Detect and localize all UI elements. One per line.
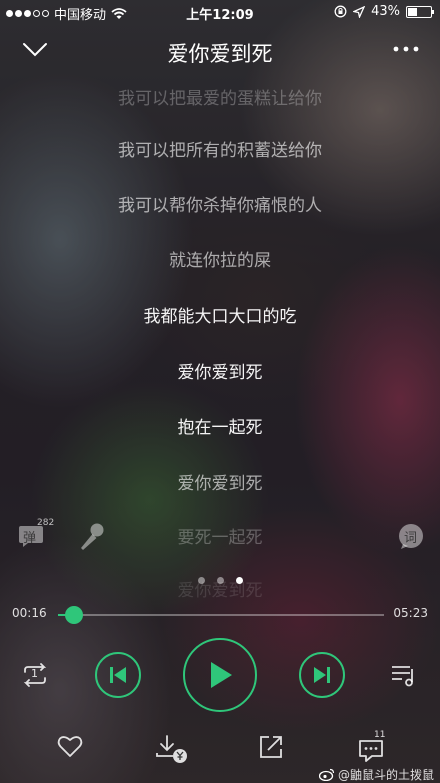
- orientation-lock-icon: [334, 5, 347, 18]
- weibo-watermark: @鼬鼠斗的土拨鼠: [318, 766, 434, 783]
- playback-controls: 1: [0, 636, 440, 716]
- bottom-action-bar: 11 @鼬鼠斗的土拨鼠: [0, 728, 440, 782]
- repeat-one-badge: 1: [31, 667, 38, 680]
- lyric-line: 我可以把最爱的蛋糕让给你: [118, 89, 322, 109]
- battery-percent: 43%: [371, 4, 400, 19]
- comment-count-badge: 11: [374, 730, 386, 740]
- previous-button[interactable]: [95, 652, 141, 698]
- progress-knob[interactable]: [65, 606, 84, 624]
- next-button[interactable]: [299, 652, 345, 698]
- lyric-line: 我可以把所有的积蓄送给你: [118, 141, 322, 161]
- lyrics-settings-button[interactable]: 词: [397, 522, 425, 554]
- karaoke-button[interactable]: [78, 522, 106, 556]
- heart-icon[interactable]: [57, 734, 83, 758]
- watermark-text: @鼬鼠斗的土拨鼠: [337, 768, 434, 782]
- location-arrow-icon: [353, 5, 366, 18]
- lyric-line: 就连你拉的屎: [169, 251, 271, 271]
- microphone-icon: [81, 523, 104, 550]
- lyric-line: 我可以帮你杀掉你痛恨的人: [118, 196, 322, 216]
- progress-bar[interactable]: 00:16 05:23: [0, 604, 440, 626]
- weibo-logo-icon: [318, 768, 335, 781]
- page-dot[interactable]: [235, 577, 243, 584]
- song-title: 爱你爱到死: [167, 42, 273, 66]
- lyric-line: 爱你爱到死: [177, 474, 263, 494]
- comment-bubble-icon: [359, 740, 383, 762]
- danmu-button[interactable]: 弹 282: [17, 518, 54, 554]
- repeat-one-button[interactable]: 1: [18, 662, 52, 688]
- more-options-icon[interactable]: [392, 44, 420, 54]
- danmu-count-badge: 282: [37, 518, 55, 528]
- progress-track[interactable]: [58, 606, 384, 624]
- playlist-icon: [392, 666, 413, 687]
- current-time: 00:16: [12, 606, 47, 620]
- page-dot[interactable]: [216, 577, 224, 584]
- download-icon[interactable]: [155, 734, 189, 764]
- lyric-line: 抱在一起死: [177, 418, 263, 438]
- ci-label: 词: [404, 531, 418, 546]
- play-button[interactable]: [183, 638, 257, 712]
- danmu-label: 弹: [23, 531, 37, 546]
- page-dot[interactable]: [197, 577, 205, 584]
- lyric-line: 要死一起死: [177, 528, 263, 548]
- comments-button[interactable]: 11: [357, 730, 387, 762]
- status-bar: 中国移动 上午12:09 43%: [0, 0, 440, 24]
- total-time: 05:23: [393, 606, 428, 620]
- lyric-line: 爱你爱到死: [177, 363, 263, 383]
- lyric-line: 我都能大口大口的吃: [143, 307, 297, 327]
- playlist-button[interactable]: [389, 662, 419, 688]
- player-header: 爱你爱到死: [0, 34, 440, 70]
- share-icon[interactable]: [258, 734, 284, 760]
- skip-previous-icon: [110, 667, 126, 683]
- play-icon: [211, 662, 232, 688]
- battery-icon: [406, 5, 434, 18]
- page-indicator[interactable]: [0, 577, 440, 587]
- skip-next-icon: [314, 667, 330, 683]
